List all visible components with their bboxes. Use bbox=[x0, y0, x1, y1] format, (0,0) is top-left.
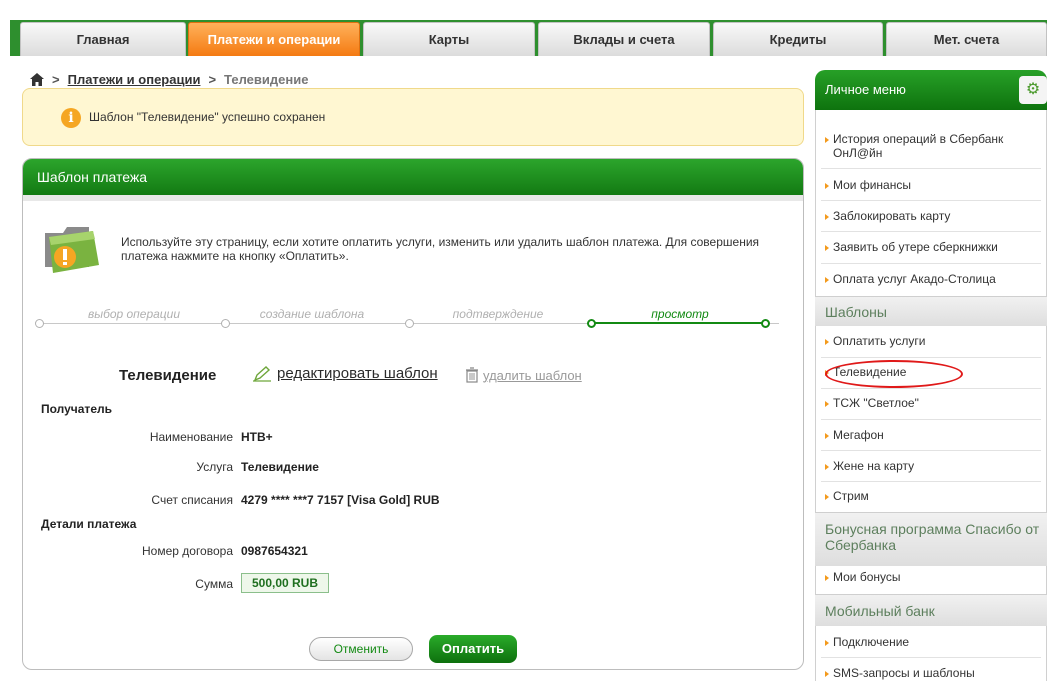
delete-template-label[interactable]: удалить шаблон bbox=[483, 368, 582, 383]
tab-deposits[interactable]: Вклады и счета bbox=[538, 22, 710, 56]
sidebar-item-history[interactable]: История операций в Сбербанк ОнЛ@йн bbox=[815, 132, 1047, 160]
sidebar-divider bbox=[821, 200, 1041, 201]
intro-text: Используйте эту страницу, если хотите оп… bbox=[121, 235, 760, 263]
sidebar-item-megafon[interactable]: Мегафон bbox=[815, 428, 1047, 442]
sidebar-divider bbox=[821, 657, 1041, 658]
step-label-confirm: подтверждение bbox=[452, 307, 544, 321]
recipient-header: Получатель bbox=[41, 402, 112, 416]
highlight-oval bbox=[825, 360, 963, 388]
sidebar-divider bbox=[821, 419, 1041, 420]
panel-title-underline bbox=[23, 195, 803, 201]
sidebar-item-my-finances[interactable]: Мои финансы bbox=[815, 178, 1047, 192]
edit-template-link[interactable]: редактировать шаблон bbox=[253, 365, 438, 382]
pencil-icon bbox=[253, 365, 271, 382]
panel-title: Шаблон платежа bbox=[23, 159, 803, 195]
amount-value: 500,00 RUB bbox=[241, 573, 329, 593]
step-dot bbox=[35, 319, 44, 328]
success-message-text: Шаблон "Телевидение" успешно сохранен bbox=[89, 110, 326, 124]
sidebar-item-my-bonuses[interactable]: Мои бонусы bbox=[815, 570, 1047, 584]
breadcrumb-separator: > bbox=[208, 71, 217, 87]
trash-icon bbox=[466, 367, 478, 383]
step-label-select: выбор операции bbox=[87, 307, 181, 321]
sidebar-divider bbox=[821, 388, 1041, 389]
details-header: Детали платежа bbox=[41, 517, 137, 531]
step-dot bbox=[405, 319, 414, 328]
progress-steps: выбор операции создание шаблона подтверж… bbox=[35, 307, 779, 337]
tab-credits[interactable]: Кредиты bbox=[713, 22, 883, 56]
sidebar-item-sms[interactable]: SMS-запросы и шаблоны bbox=[815, 666, 1047, 680]
breadcrumb: > Платежи и операции > Телевидение bbox=[30, 70, 308, 88]
bonus-header: Бонусная программа Спасибо от Сбербанка bbox=[815, 512, 1047, 566]
step-label-view: просмотр bbox=[651, 307, 709, 321]
tab-home[interactable]: Главная bbox=[20, 22, 186, 56]
personal-menu-header: Личное меню bbox=[815, 70, 1047, 110]
contract-label: Номер договора bbox=[142, 544, 233, 558]
breadcrumb-link-payments[interactable]: Платежи и операции bbox=[68, 72, 201, 87]
sidebar-item-pay-services[interactable]: Оплатить услуги bbox=[815, 334, 1047, 348]
account-label: Счет списания bbox=[151, 493, 233, 507]
tab-cards[interactable]: Карты bbox=[363, 22, 535, 56]
step-dot-active bbox=[587, 319, 596, 328]
personal-menu-title: Личное меню bbox=[825, 82, 906, 97]
sidebar-item-tszh[interactable]: ТСЖ "Светлое" bbox=[815, 396, 1047, 410]
info-icon: i bbox=[61, 108, 81, 128]
pay-button[interactable]: Оплатить bbox=[429, 635, 517, 663]
sidebar-item-stream[interactable]: Стрим bbox=[815, 489, 1047, 503]
sidebar-divider bbox=[821, 263, 1041, 264]
step-dot-active bbox=[761, 319, 770, 328]
breadcrumb-current: Телевидение bbox=[224, 71, 309, 87]
tab-payments[interactable]: Платежи и операции bbox=[188, 22, 360, 56]
sidebar-item-akado[interactable]: Оплата услуг Акадо-Столица bbox=[815, 272, 1047, 286]
service-value: Телевидение bbox=[241, 460, 319, 474]
top-navigation: Главная Платежи и операции Карты Вклады … bbox=[0, 0, 1047, 56]
cancel-button[interactable]: Отменить bbox=[309, 637, 413, 661]
contract-value: 0987654321 bbox=[241, 544, 308, 558]
sidebar-divider bbox=[821, 481, 1041, 482]
amount-label: Сумма bbox=[195, 577, 233, 591]
sidebar: Личное меню ⚙ История операций в Сбербан… bbox=[815, 70, 1047, 681]
service-label: Услуга bbox=[196, 460, 233, 474]
sidebar-item-wife-card[interactable]: Жене на карту bbox=[815, 459, 1047, 473]
mobile-bank-header: Мобильный банк bbox=[815, 594, 1047, 626]
sidebar-item-lost-book[interactable]: Заявить об утере сберкнижки bbox=[815, 240, 1047, 254]
progress-line-active bbox=[591, 322, 769, 324]
recipient-name-value: НТВ+ bbox=[241, 430, 273, 444]
sidebar-item-block-card[interactable]: Заблокировать карту bbox=[815, 209, 1047, 223]
payment-template-panel: Шаблон платежа Используйте эту страницу,… bbox=[22, 158, 804, 670]
sidebar-divider bbox=[821, 231, 1041, 232]
step-label-create: создание шаблона bbox=[259, 307, 365, 321]
gear-icon[interactable]: ⚙ bbox=[1019, 76, 1047, 104]
edit-template-label[interactable]: редактировать шаблон bbox=[277, 365, 438, 382]
account-value: 4279 **** ***7 7157 [Visa Gold] RUB bbox=[241, 493, 440, 507]
home-icon[interactable] bbox=[30, 72, 44, 86]
template-name: Телевидение bbox=[119, 367, 217, 384]
recipient-name-label: Наименование bbox=[149, 430, 233, 444]
folder-icon bbox=[45, 227, 99, 273]
sidebar-divider bbox=[821, 357, 1041, 358]
breadcrumb-separator: > bbox=[52, 71, 60, 87]
step-dot bbox=[221, 319, 230, 328]
sidebar-divider bbox=[821, 450, 1041, 451]
templates-header: Шаблоны bbox=[815, 296, 1047, 326]
sidebar-divider bbox=[821, 168, 1041, 169]
delete-template-link[interactable]: удалить шаблон bbox=[465, 367, 582, 383]
tab-metal-accounts[interactable]: Мет. счета bbox=[886, 22, 1047, 56]
success-message: i Шаблон "Телевидение" успешно сохранен bbox=[22, 88, 804, 146]
sidebar-item-connect[interactable]: Подключение bbox=[815, 635, 1047, 649]
